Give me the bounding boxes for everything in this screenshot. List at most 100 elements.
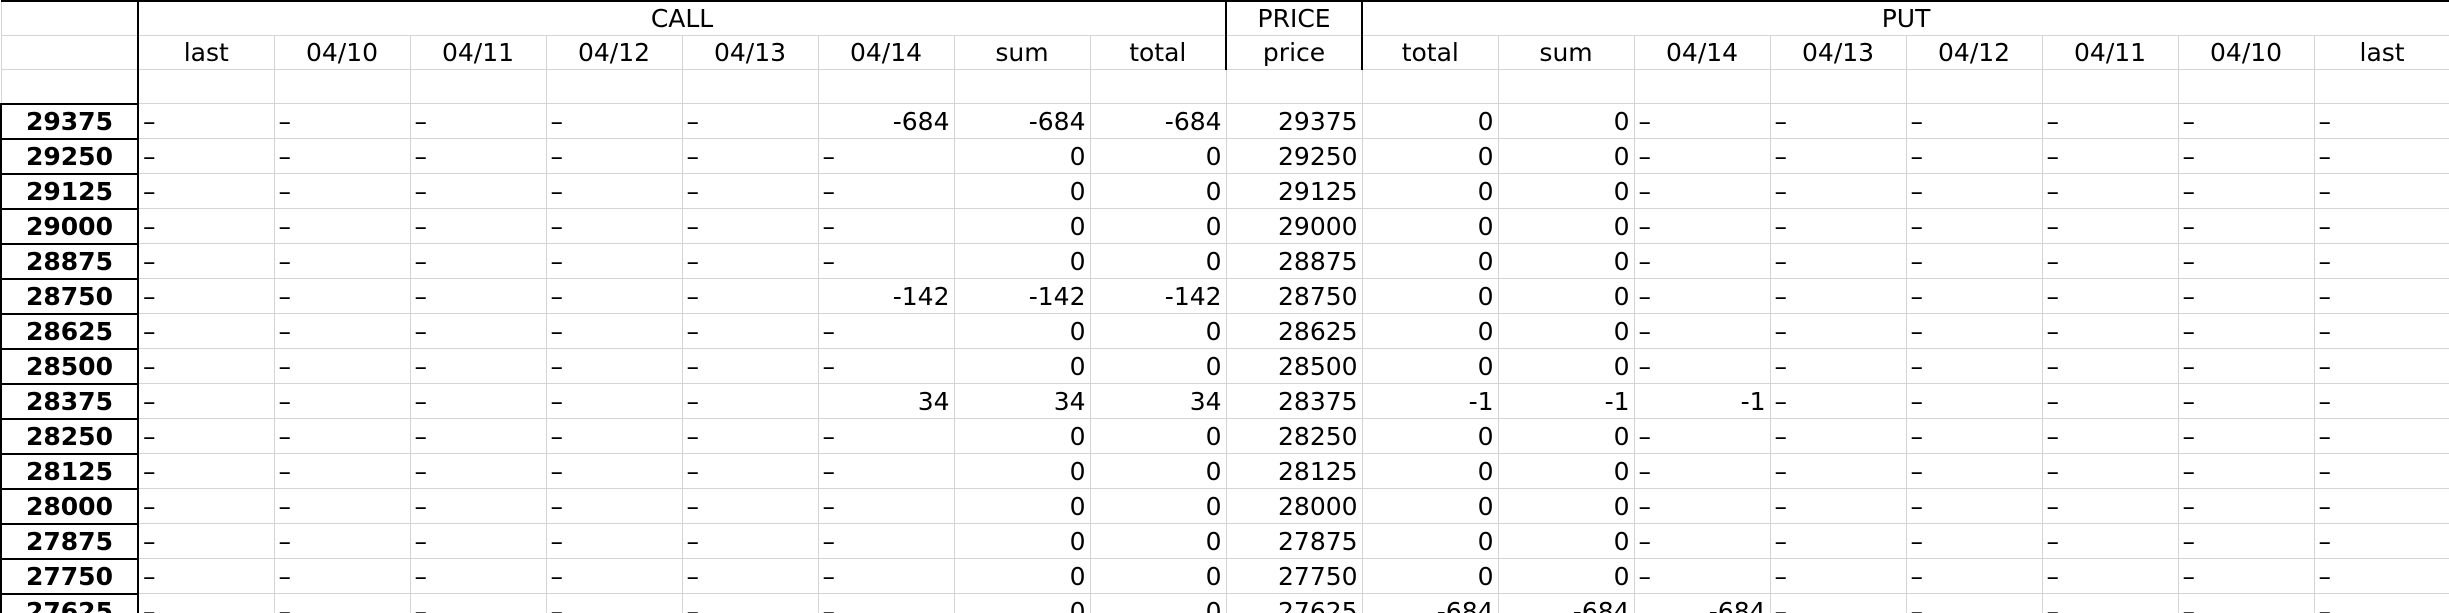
data-cell[interactable]: – <box>273 488 411 524</box>
data-cell[interactable]: – <box>1905 313 2043 349</box>
data-cell[interactable]: – <box>2177 313 2315 349</box>
data-cell[interactable]: – <box>681 208 819 244</box>
data-cell[interactable]: 0 <box>953 173 1091 209</box>
data-cell[interactable]: – <box>1769 418 1907 454</box>
data-cell[interactable]: – <box>137 173 275 209</box>
data-cell[interactable]: 0 <box>1361 523 1499 559</box>
data-cell[interactable]: – <box>2177 558 2315 594</box>
data-cell[interactable]: 0 <box>1089 348 1227 384</box>
data-cell[interactable]: 0 <box>1497 313 1635 349</box>
strike-cell[interactable]: 29250 <box>0 137 139 175</box>
blank-cell[interactable] <box>137 69 275 104</box>
data-cell[interactable]: – <box>545 278 683 314</box>
data-cell[interactable]: – <box>273 523 411 559</box>
data-cell[interactable]: – <box>1633 453 1771 489</box>
data-cell[interactable]: – <box>1905 418 2043 454</box>
data-cell[interactable]: – <box>1633 558 1771 594</box>
data-cell[interactable]: – <box>1905 523 2043 559</box>
data-cell[interactable]: – <box>137 313 275 349</box>
data-cell[interactable]: – <box>545 103 683 139</box>
strike-cell[interactable]: 27750 <box>0 557 139 595</box>
blank-cell[interactable] <box>0 69 139 104</box>
data-cell[interactable]: – <box>1769 208 1907 244</box>
data-cell[interactable]: – <box>545 418 683 454</box>
data-cell[interactable]: – <box>409 593 547 613</box>
data-cell[interactable]: 0 <box>1497 558 1635 594</box>
data-cell[interactable]: 0 <box>1497 278 1635 314</box>
strike-cell[interactable]: 28125 <box>0 452 139 490</box>
blank-cell[interactable] <box>681 69 819 104</box>
data-cell[interactable]: – <box>545 138 683 174</box>
blank-cell[interactable] <box>2313 69 2449 104</box>
strike-cell[interactable]: 27875 <box>0 522 139 560</box>
data-cell[interactable]: – <box>137 523 275 559</box>
data-cell[interactable]: 0 <box>1361 208 1499 244</box>
data-cell[interactable]: – <box>681 523 819 559</box>
data-cell[interactable]: – <box>1905 488 2043 524</box>
data-cell[interactable]: – <box>545 558 683 594</box>
data-cell[interactable]: – <box>1769 138 1907 174</box>
data-cell[interactable]: – <box>2041 558 2179 594</box>
data-cell[interactable]: -142 <box>953 278 1091 314</box>
data-cell[interactable]: – <box>273 243 411 279</box>
data-cell[interactable]: – <box>137 418 275 454</box>
data-cell[interactable]: – <box>817 208 955 244</box>
data-cell[interactable]: 0 <box>1361 558 1499 594</box>
data-cell[interactable]: 0 <box>953 488 1091 524</box>
data-cell[interactable]: 28750 <box>1225 278 1363 314</box>
data-cell[interactable]: – <box>409 173 547 209</box>
data-cell[interactable]: 0 <box>1089 208 1227 244</box>
data-cell[interactable]: 0 <box>953 453 1091 489</box>
data-cell[interactable]: – <box>137 348 275 384</box>
data-cell[interactable]: 28375 <box>1225 383 1363 419</box>
data-cell[interactable]: – <box>409 418 547 454</box>
data-cell[interactable]: 0 <box>1497 348 1635 384</box>
data-cell[interactable]: – <box>545 523 683 559</box>
data-cell[interactable]: – <box>2313 558 2449 594</box>
data-cell[interactable]: 0 <box>1089 488 1227 524</box>
data-cell[interactable]: – <box>1905 173 2043 209</box>
data-cell[interactable]: 0 <box>953 243 1091 279</box>
data-cell[interactable]: 0 <box>1361 138 1499 174</box>
data-cell[interactable]: – <box>273 383 411 419</box>
column-header[interactable]: 04/12 <box>1905 35 2043 70</box>
data-cell[interactable]: -1 <box>1633 383 1771 419</box>
data-cell[interactable]: – <box>2313 348 2449 384</box>
data-cell[interactable]: – <box>2313 103 2449 139</box>
data-cell[interactable]: 0 <box>1089 593 1227 613</box>
data-cell[interactable]: – <box>681 348 819 384</box>
data-cell[interactable]: – <box>2041 138 2179 174</box>
data-cell[interactable]: 0 <box>1497 418 1635 454</box>
data-cell[interactable]: 0 <box>1089 313 1227 349</box>
data-cell[interactable]: – <box>2041 383 2179 419</box>
data-cell[interactable]: – <box>2313 488 2449 524</box>
data-cell[interactable]: 0 <box>953 558 1091 594</box>
data-cell[interactable]: – <box>681 558 819 594</box>
corner-cell[interactable] <box>0 35 139 70</box>
data-cell[interactable]: – <box>681 278 819 314</box>
blank-cell[interactable] <box>1497 69 1635 104</box>
column-header[interactable]: 04/11 <box>409 35 547 70</box>
data-cell[interactable]: – <box>817 313 955 349</box>
blank-cell[interactable] <box>1361 69 1499 104</box>
data-cell[interactable]: – <box>2313 418 2449 454</box>
data-cell[interactable]: – <box>2041 173 2179 209</box>
data-cell[interactable]: – <box>2177 593 2315 613</box>
column-header[interactable]: last <box>2313 35 2449 70</box>
data-cell[interactable]: – <box>817 243 955 279</box>
data-cell[interactable]: 0 <box>1361 348 1499 384</box>
data-cell[interactable]: 28000 <box>1225 488 1363 524</box>
data-cell[interactable]: – <box>681 418 819 454</box>
strike-cell[interactable]: 28250 <box>0 417 139 455</box>
data-cell[interactable]: -142 <box>817 278 955 314</box>
data-cell[interactable]: 0 <box>953 348 1091 384</box>
data-cell[interactable]: 0 <box>1361 103 1499 139</box>
data-cell[interactable]: – <box>1769 558 1907 594</box>
blank-cell[interactable] <box>273 69 411 104</box>
data-cell[interactable]: -684 <box>1361 593 1499 613</box>
price-header[interactable]: PRICE <box>1225 0 1364 36</box>
data-cell[interactable]: – <box>273 313 411 349</box>
data-cell[interactable]: – <box>2313 453 2449 489</box>
data-cell[interactable]: – <box>2041 593 2179 613</box>
data-cell[interactable]: – <box>409 313 547 349</box>
